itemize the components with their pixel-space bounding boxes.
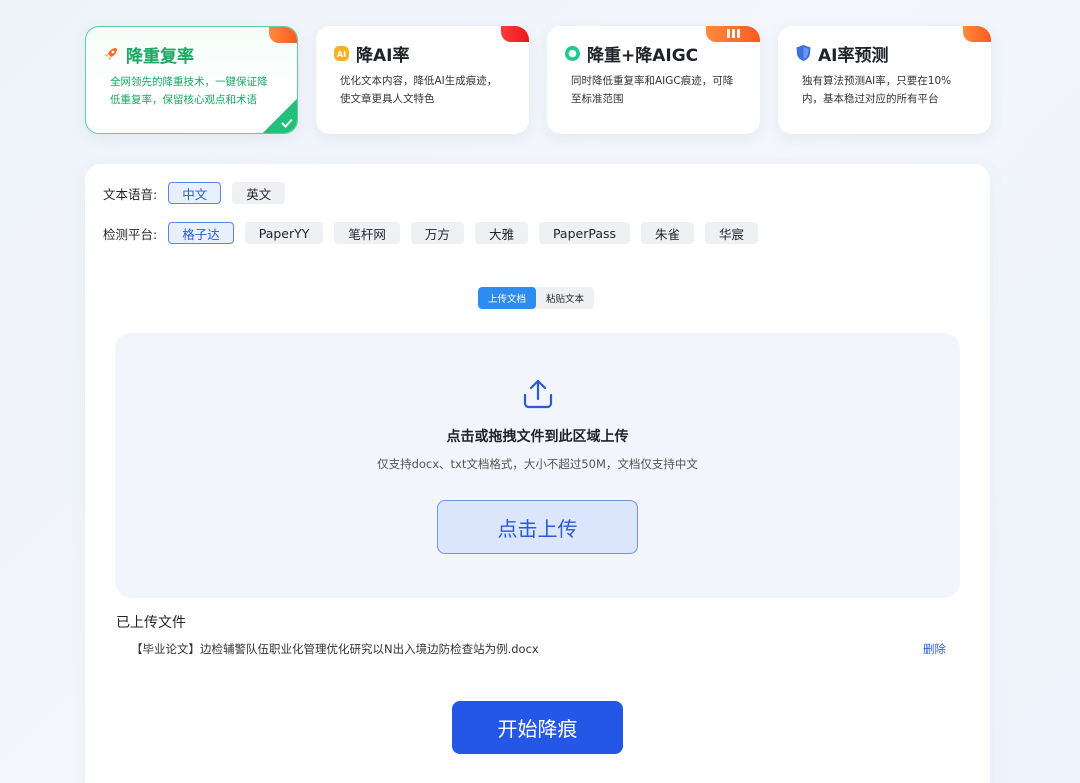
upload-button[interactable]: 点击上传 — [437, 500, 638, 554]
language-option-zh[interactable]: 中文 — [168, 182, 222, 204]
platform-option[interactable]: PaperYY — [244, 222, 324, 244]
platform-row: 检测平台: 格子达 PaperYY 笔杆网 万方 大雅 PaperPass 朱雀… — [103, 222, 759, 244]
card-title: 降重+降AIGC — [587, 45, 699, 66]
tab-paste-text[interactable]: 粘贴文本 — [536, 287, 594, 309]
card-title: 降重复率 — [126, 46, 194, 67]
uploaded-file-name: 【毕业论文】边检辅警队伍职业化管理优化研究以N出入境边防检查站为例.docx — [131, 642, 539, 656]
feature-cards: 降重复率 全网领先的降重技术，一键保证降 低重复率，保留核心观点和术语 AI 降… — [85, 26, 991, 134]
ai-icon: AI — [332, 44, 350, 62]
card-badge — [501, 26, 529, 42]
feature-card-reduce-both[interactable]: 降重+降AIGC 同时降低重复率和AIGC痕迹，可降 至标准范围 — [547, 26, 760, 134]
card-title: AI率预测 — [818, 45, 889, 66]
card-desc-line: 内，基本稳过对应的所有平台 — [802, 93, 939, 105]
start-button[interactable]: 开始降痕 — [452, 701, 623, 754]
language-label: 文本语音: — [103, 186, 158, 202]
card-desc-line: 至标准范围 — [571, 93, 624, 105]
card-desc-line: 优化文本内容，降低AI生成痕迹， — [340, 75, 498, 87]
upload-dropzone[interactable]: 点击或拖拽文件到此区域上传 仅支持docx、txt文档格式，大小不超过50M，文… — [115, 333, 960, 598]
uploaded-file-row: 【毕业论文】边检辅警队伍职业化管理优化研究以N出入境边防检查站为例.docx 删… — [131, 641, 946, 657]
card-badge — [963, 26, 991, 42]
rocket-icon — [102, 45, 120, 63]
dropzone-subtitle: 仅支持docx、txt文档格式，大小不超过50M，文档仅支持中文 — [377, 457, 698, 471]
platform-option[interactable]: 笔杆网 — [334, 222, 400, 244]
card-desc-line: 同时降低重复率和AIGC痕迹，可降 — [571, 75, 734, 87]
shield-icon — [794, 44, 812, 62]
svg-text:AI: AI — [336, 50, 345, 59]
platform-option[interactable]: PaperPass — [538, 222, 631, 244]
input-mode-toggle: 上传文档 粘贴文本 — [478, 287, 595, 309]
card-desc-line: 低重复率，保留核心观点和术语 — [110, 94, 257, 106]
feature-card-reduce-duplicate[interactable]: 降重复率 全网领先的降重技术，一键保证降 低重复率，保留核心观点和术语 — [85, 26, 298, 134]
delete-file-link[interactable]: 删除 — [923, 641, 946, 657]
upload-icon — [521, 377, 555, 415]
page: 降重复率 全网领先的降重技术，一键保证降 低重复率，保留核心观点和术语 AI 降… — [0, 0, 1080, 783]
platform-option[interactable]: 朱雀 — [641, 222, 695, 244]
platform-label: 检测平台: — [103, 226, 158, 242]
main-panel: 文本语音: 中文 英文 检测平台: 格子达 PaperYY 笔杆网 万方 大雅 … — [85, 164, 990, 783]
platform-option[interactable]: 华宸 — [705, 222, 759, 244]
card-desc-line: 全网领先的降重技术，一键保证降 — [110, 76, 268, 88]
platform-option[interactable]: 大雅 — [474, 222, 528, 244]
platform-option[interactable]: 万方 — [410, 222, 464, 244]
card-desc-line: 使文章更具人文特色 — [340, 93, 435, 105]
language-row: 文本语音: 中文 英文 — [103, 182, 286, 204]
feature-card-reduce-ai[interactable]: AI 降AI率 优化文本内容，降低AI生成痕迹， 使文章更具人文特色 — [316, 26, 529, 134]
dropzone-title: 点击或拖拽文件到此区域上传 — [446, 429, 629, 445]
tab-upload-document[interactable]: 上传文档 — [478, 287, 537, 309]
card-title: 降AI率 — [356, 45, 410, 66]
ring-icon — [563, 44, 581, 62]
card-badge — [269, 27, 297, 43]
language-option-en[interactable]: 英文 — [232, 182, 286, 204]
platform-option[interactable]: 格子达 — [168, 222, 234, 244]
uploaded-files-title: 已上传文件 — [116, 615, 186, 631]
card-badge — [706, 26, 760, 42]
selected-check-icon — [263, 99, 297, 133]
feature-card-ai-predict[interactable]: AI率预测 独有算法预测AI率，只要在10% 内，基本稳过对应的所有平台 — [778, 26, 991, 134]
card-desc-line: 独有算法预测AI率，只要在10% — [802, 75, 952, 87]
